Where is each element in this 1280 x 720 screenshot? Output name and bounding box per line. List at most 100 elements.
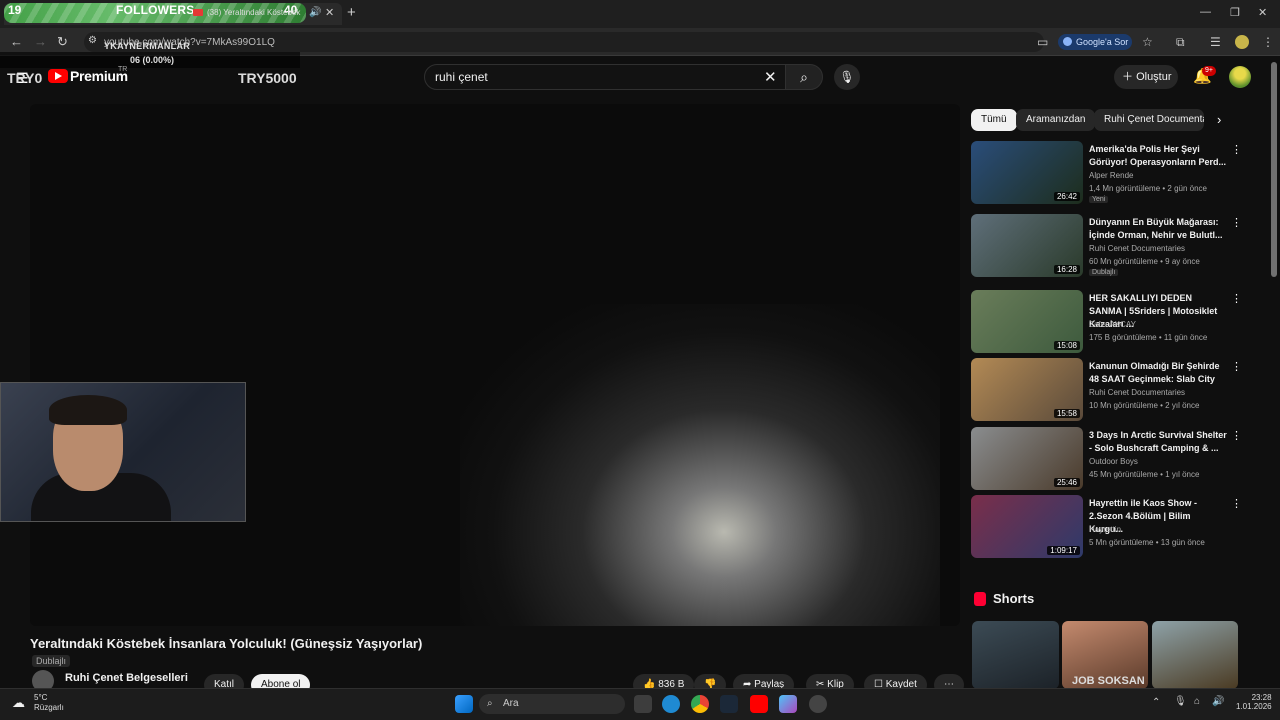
search-icon: ⌕ xyxy=(800,69,808,85)
video-duration: 26:42 xyxy=(1053,192,1080,201)
more-options-icon[interactable]: ⋮ xyxy=(1231,292,1242,305)
recommended-video-title[interactable]: 3 Days In Arctic Survival Shelter - Solo… xyxy=(1089,429,1227,455)
taskbar-search[interactable]: ⌕ Ara xyxy=(479,694,625,714)
recommended-video-meta: 5 Mn görüntüleme • 13 gün önce xyxy=(1089,538,1205,547)
recommended-video[interactable]: 16:28 Dünyanın En Büyük Mağarası: İçinde … xyxy=(971,214,1242,278)
extensions-icon[interactable]: ⧉ xyxy=(1176,35,1185,50)
network-icon[interactable]: ⌂ xyxy=(1194,696,1200,707)
youtube-logo-icon[interactable] xyxy=(48,69,68,83)
recommended-channel-name[interactable]: Alper Rende xyxy=(1089,171,1133,180)
chip-all[interactable]: Tümü xyxy=(971,109,1017,131)
microphone-tray-icon[interactable]: 🎙 xyxy=(1174,696,1187,707)
clock-time: 23:28 xyxy=(1251,693,1272,702)
profile-icon[interactable] xyxy=(1235,35,1249,49)
video-thumbnail[interactable]: 25:46 xyxy=(971,427,1083,490)
dubbed-badge: Dublajlı xyxy=(32,655,71,667)
back-icon[interactable]: ← xyxy=(10,34,23,49)
weather-icon[interactable]: ☁ xyxy=(12,695,25,711)
recommended-channel-name[interactable]: Zafer AKCAY xyxy=(1089,320,1136,329)
edge-icon[interactable] xyxy=(662,695,680,713)
more-options-icon[interactable]: ⋮ xyxy=(1231,143,1242,156)
scrollbar[interactable] xyxy=(1271,62,1277,277)
obs-icon[interactable] xyxy=(809,695,827,713)
short-thumbnail-text: JOB SOKSAN xyxy=(1072,675,1145,687)
recommended-video[interactable]: 15:08 HER SAKALLIYI DEDEN SANMA | 5Srider… xyxy=(971,290,1242,354)
channel-name[interactable]: Ruhi Çenet Belgeselleri xyxy=(65,672,188,684)
tab-close-icon[interactable]: ✕ xyxy=(325,6,334,19)
region-code: TR xyxy=(118,66,128,73)
video-thumbnail[interactable]: 15:58 xyxy=(971,358,1083,421)
video-thumbnail[interactable]: 15:08 xyxy=(971,290,1083,353)
video-thumbnail[interactable]: 1:09:17 xyxy=(971,495,1083,558)
recommended-channel-name[interactable]: Hayrettin xyxy=(1089,525,1121,534)
create-button[interactable]: ＋ Oluştur xyxy=(1114,65,1178,89)
more-options-icon[interactable]: ⋮ xyxy=(1231,429,1242,442)
video-badge: Yeni xyxy=(1089,196,1109,203)
video-title: Yeraltındaki Köstebek İnsanlara Yolculuk… xyxy=(30,636,423,651)
more-options-icon[interactable]: ⋮ xyxy=(1231,360,1242,373)
recommended-channel-name[interactable]: Outdoor Boys xyxy=(1089,457,1138,466)
voice-search-button[interactable]: 🎙 xyxy=(834,64,860,90)
restore-icon[interactable]: ❐ xyxy=(1230,6,1240,19)
video-duration: 16:28 xyxy=(1053,265,1080,274)
webcam-person-hair xyxy=(49,395,127,425)
cast-icon[interactable]: ▭ xyxy=(1037,35,1048,49)
copilot-icon[interactable] xyxy=(779,695,797,713)
steam-icon[interactable] xyxy=(720,695,738,713)
video-duration: 1:09:17 xyxy=(1047,546,1080,555)
speaker-icon[interactable]: 🔊 xyxy=(309,7,321,18)
video-thumbnail[interactable]: 26:42 xyxy=(971,141,1083,204)
windows-start-icon[interactable] xyxy=(455,695,473,713)
youtube-app-icon[interactable] xyxy=(750,695,768,713)
forward-icon[interactable]: → xyxy=(34,34,47,49)
recommended-video-meta: 45 Mn görüntüleme • 1 yıl önce xyxy=(1089,470,1200,479)
video-thumbnail[interactable]: 16:28 xyxy=(971,214,1083,277)
recommended-video[interactable]: 1:09:17 Hayrettin ile Kaos Show - 2.Sezon… xyxy=(971,495,1242,559)
shorts-heading: Shorts xyxy=(993,591,1035,606)
mic-icon: 🎙 xyxy=(839,70,855,84)
bookmark-star-icon[interactable]: ☆ xyxy=(1142,35,1153,49)
reading-list-icon[interactable]: ☰ xyxy=(1210,35,1221,49)
more-options-icon[interactable]: ⋮ xyxy=(1231,216,1242,229)
search-button[interactable]: ⌕ xyxy=(785,64,823,90)
chip-from-search[interactable]: Aramanızdan xyxy=(1016,109,1096,131)
recommended-channel-name[interactable]: Ruhi Cenet Documentaries xyxy=(1089,388,1185,397)
reload-icon[interactable]: ↻ xyxy=(57,34,68,50)
search-input[interactable]: ruhi çenet xyxy=(435,70,488,84)
recommended-channel-name[interactable]: Ruhi Cenet Documentaries xyxy=(1089,244,1185,253)
create-label: Oluştur xyxy=(1136,71,1172,83)
minimize-icon[interactable]: — xyxy=(1200,6,1211,18)
recommended-video-title[interactable]: Amerika'da Polis Her Şeyi Görüyor! Opera… xyxy=(1089,143,1227,169)
browser-menu-icon[interactable]: ⋮ xyxy=(1262,35,1274,49)
recommended-video-title[interactable]: Kanunun Olmadığı Bir Şehirde 48 SAAT Geç… xyxy=(1089,360,1227,386)
more-options-icon[interactable]: ⋮ xyxy=(1231,497,1242,510)
short-thumbnail[interactable]: JOB SOKSAN xyxy=(1062,621,1148,689)
taskbar-search-placeholder: Ara xyxy=(503,698,519,709)
donation-counter-right: TRY5000 xyxy=(238,70,297,86)
recommended-video-title[interactable]: Dünyanın En Büyük Mağarası: İçinde Orman… xyxy=(1089,216,1227,242)
google-lens-button[interactable]: Google'a Sor xyxy=(1058,34,1132,50)
new-tab-icon[interactable]: + xyxy=(347,4,356,21)
site-info-icon[interactable]: ⚙ xyxy=(88,35,97,46)
recommended-video[interactable]: 25:46 3 Days In Arctic Survival Shelter -… xyxy=(971,427,1242,491)
volume-icon[interactable]: 🔊 xyxy=(1212,696,1224,707)
video-player[interactable] xyxy=(30,104,960,626)
short-thumbnail[interactable] xyxy=(1152,621,1238,689)
streamer-webcam-overlay xyxy=(0,382,246,522)
tray-chevron-icon[interactable]: ⌃ xyxy=(1152,697,1160,708)
chrome-icon[interactable] xyxy=(691,695,709,713)
task-view-icon[interactable] xyxy=(634,695,652,713)
weather-widget[interactable]: 5°C Rüzgarlı xyxy=(34,693,64,713)
clock-date: 1.01.2026 xyxy=(1236,702,1272,711)
system-clock[interactable]: 23:28 1.01.2026 xyxy=(1236,693,1272,711)
clear-search-icon[interactable]: ✕ xyxy=(764,68,777,86)
plus-icon: ＋ xyxy=(1122,71,1137,83)
close-window-icon[interactable]: ✕ xyxy=(1258,6,1267,19)
chevron-right-icon[interactable]: › xyxy=(1217,112,1221,127)
chip-channel[interactable]: Ruhi Çenet Documentar xyxy=(1094,109,1204,131)
recommended-video[interactable]: 15:58 Kanunun Olmadığı Bir Şehirde 48 SAA… xyxy=(971,358,1242,422)
recommended-video-meta: 10 Mn görüntüleme • 2 yıl önce xyxy=(1089,401,1200,410)
short-thumbnail[interactable] xyxy=(972,621,1059,689)
recommended-video[interactable]: 26:42 Amerika'da Polis Her Şeyi Görüyor! … xyxy=(971,141,1242,205)
account-avatar[interactable] xyxy=(1229,66,1251,88)
